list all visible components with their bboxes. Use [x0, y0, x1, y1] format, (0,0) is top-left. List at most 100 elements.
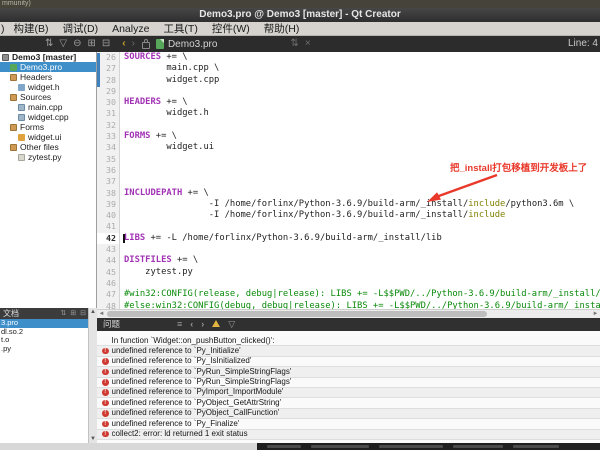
code-line-30[interactable]: HEADERS += \: [121, 97, 600, 108]
code-line-39[interactable]: -I /home/forlinx/Python-3.6.9/build-arm/…: [121, 199, 600, 210]
back-arrow-icon[interactable]: ‹: [122, 36, 125, 52]
open-document-item[interactable]: .py: [0, 345, 88, 354]
tree-item-zytest-py[interactable]: zytest.py: [0, 152, 96, 162]
editor-tab-bar: ⇅ ▽ ⊖ ⊞ ⊟ ‹ › Demo3.pro ⇅ × Line: 4: [0, 36, 600, 52]
scroll-right-icon[interactable]: ►: [591, 310, 600, 318]
code-line-44[interactable]: DISTFILES += \: [121, 255, 600, 266]
line-number: 30: [97, 97, 119, 108]
open-document-item[interactable]: dl.so.2: [0, 328, 88, 337]
py-file-icon: [18, 154, 25, 161]
code-line-29[interactable]: [121, 86, 600, 97]
tree-item-label: Sources: [20, 92, 51, 102]
output-pane-buttons-bar[interactable]: [257, 443, 600, 450]
line-number: 39: [97, 199, 119, 210]
close-split-icon[interactable]: ⊟: [78, 308, 88, 319]
code-editor[interactable]: 2627282930313233343536373839404142434445…: [97, 52, 600, 309]
tree-item-headers[interactable]: Headers: [0, 72, 96, 82]
menu-item[interactable]: 构建(B): [7, 22, 56, 36]
sort-icon[interactable]: ≡: [173, 318, 186, 331]
tree-item-forms[interactable]: Forms: [0, 122, 96, 132]
issue-row[interactable]: !undefined reference to `Py_Finalize'wid: [97, 419, 600, 429]
tree-item-widget-cpp[interactable]: widget.cpp: [0, 112, 96, 122]
line-column-indicator: Line: 4: [568, 36, 598, 52]
tree-item-label: Demo3 [master]: [12, 52, 76, 62]
tree-item-sources[interactable]: Sources: [0, 92, 96, 102]
issue-row[interactable]: !undefined reference to `Py_IsInitialize…: [97, 357, 600, 367]
issue-text: undefined reference to `PyObject_CallFun…: [112, 408, 600, 418]
document-tab[interactable]: ‹ › Demo3.pro ⇅ ×: [119, 36, 313, 52]
error-icon: !: [102, 358, 109, 365]
code-line-31[interactable]: widget.h: [121, 108, 600, 119]
tree-item-other-files[interactable]: Other files: [0, 142, 96, 152]
tree-item-widget-ui[interactable]: widget.ui: [0, 132, 96, 142]
code-line-28[interactable]: widget.cpp: [121, 75, 600, 86]
open-document-item[interactable]: t.o: [0, 336, 88, 345]
code-line-41[interactable]: [121, 221, 600, 232]
code-line-42[interactable]: LIBS += -L /home/forlinx/Python-3.6.9/bu…: [121, 233, 600, 244]
error-icon: !: [102, 400, 109, 407]
code-line-47[interactable]: #win32:CONFIG(release, debug|release): L…: [121, 289, 600, 300]
scroll-down-icon[interactable]: ▼: [89, 436, 97, 442]
scroll-left-icon[interactable]: ◄: [97, 310, 106, 318]
tree-item-widget-h[interactable]: widget.h: [0, 82, 96, 92]
code-line-48[interactable]: #else:win32:CONFIG(debug, debug|release)…: [121, 301, 600, 309]
menu-item[interactable]: 工具(T): [156, 22, 204, 36]
line-number: 41: [97, 221, 119, 232]
issue-row[interactable]: !undefined reference to `Py_Initialize'w…: [97, 346, 600, 356]
error-icon: !: [102, 431, 109, 438]
code-line-43[interactable]: [121, 244, 600, 255]
menu-item[interactable]: 帮助(H): [257, 22, 307, 36]
tab-label[interactable]: Demo3.pro: [168, 39, 217, 50]
open-documents-scrollbar[interactable]: ▲ ▼: [88, 308, 97, 443]
menu-item[interactable]: Analyze: [105, 22, 156, 36]
background-window-fragment: mmunity): [0, 0, 600, 8]
issue-row[interactable]: !collect2: error: ld returned 1 exit sta…: [97, 430, 600, 440]
issue-row[interactable]: !undefined reference to `PyObject_CallFu…: [97, 409, 600, 419]
issue-text: undefined reference to `PyRun_SimpleStri…: [112, 367, 600, 377]
line-number: 45: [97, 267, 119, 278]
open-documents-list: 3.prodl.so.2t.o.py: [0, 319, 88, 353]
code-line-45[interactable]: zytest.py: [121, 267, 600, 278]
code-line-32[interactable]: [121, 120, 600, 131]
filter-icon[interactable]: ▽: [59, 36, 67, 52]
line-number: 35: [97, 154, 119, 165]
issue-row[interactable]: !undefined reference to `PyRun_SimpleStr…: [97, 378, 600, 388]
tree-item-main-cpp[interactable]: main.cpp: [0, 102, 96, 112]
code-line-34[interactable]: widget.ui: [121, 142, 600, 153]
tree-item-demo3-pro[interactable]: Demo3.pro: [0, 62, 96, 72]
scrollbar-handle[interactable]: [107, 311, 487, 317]
sync-with-editor-icon[interactable]: ⊖: [73, 36, 81, 52]
issue-row[interactable]: In function `Widget::on_pushButton_click…: [97, 336, 600, 346]
code-line-40[interactable]: -I /home/forlinx/Python-3.6.9/build-arm/…: [121, 210, 600, 221]
next-issue-icon[interactable]: ›: [197, 318, 208, 331]
code-line-27[interactable]: main.cpp \: [121, 63, 600, 74]
prev-issue-icon[interactable]: ‹: [186, 318, 197, 331]
split-icon[interactable]: ⇅: [290, 36, 298, 52]
issue-row[interactable]: !undefined reference to `PyObject_GetAtt…: [97, 398, 600, 408]
issue-row[interactable]: !undefined reference to `PyImport_Import…: [97, 388, 600, 398]
expand-all-icon[interactable]: ⊞: [87, 36, 95, 52]
scroll-up-icon[interactable]: ▲: [89, 309, 97, 315]
code-line-26[interactable]: SOURCES += \: [121, 52, 600, 63]
code-line-46[interactable]: [121, 278, 600, 289]
tree-item-label: Forms: [20, 122, 44, 132]
combo-arrows-icon[interactable]: ⇅: [58, 308, 68, 319]
menu-item[interactable]: 调试(D): [56, 22, 106, 36]
tree-item-demo3-master-[interactable]: Demo3 [master]: [0, 52, 96, 62]
line-number: 28: [97, 75, 119, 86]
code-line-37[interactable]: [121, 176, 600, 187]
close-icon[interactable]: ×: [305, 36, 311, 52]
line-number: 42: [97, 233, 119, 244]
combo-arrows-icon[interactable]: ⇅: [45, 36, 53, 52]
code-lines[interactable]: SOURCES += \ main.cpp \ widget.cpp HEADER…: [121, 52, 600, 309]
collapse-all-icon[interactable]: ⊟: [102, 36, 110, 52]
code-line-38[interactable]: INCLUDEPATH += \: [121, 188, 600, 199]
split-icon[interactable]: ⊞: [68, 308, 78, 319]
issue-row[interactable]: !undefined reference to `PyRun_SimpleStr…: [97, 367, 600, 377]
forward-arrow-icon[interactable]: ›: [132, 36, 135, 52]
filter-icon[interactable]: ▽: [224, 318, 239, 331]
show-warnings-icon[interactable]: [212, 320, 220, 327]
menu-item[interactable]: 控件(W): [205, 22, 257, 36]
editor-horizontal-scrollbar[interactable]: ◄ ►: [97, 309, 600, 318]
code-line-33[interactable]: FORMS += \: [121, 131, 600, 142]
